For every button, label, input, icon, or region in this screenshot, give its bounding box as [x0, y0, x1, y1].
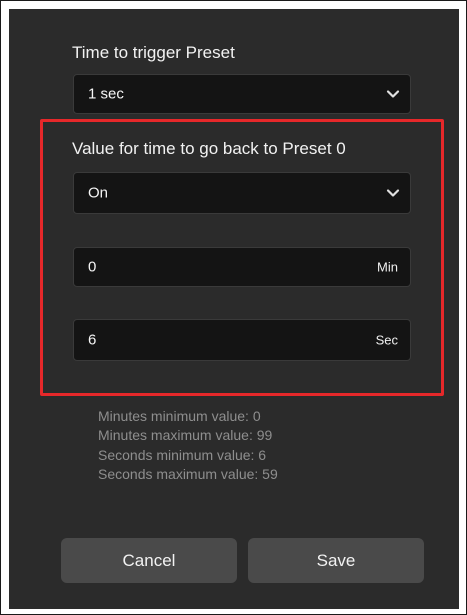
- chevron-down-icon: [386, 189, 400, 197]
- hint-minutes-max: Minutes maximum value: 99: [98, 427, 273, 444]
- go-back-time-label: Value for time to go back to Preset 0: [72, 139, 346, 158]
- value-range-hints: Minutes minimum value: 0 Minutes maximum…: [98, 407, 278, 484]
- hint-minutes-min: Minutes minimum value: 0: [98, 408, 261, 424]
- trigger-time-select[interactable]: 1 sec: [73, 74, 411, 114]
- trigger-time-label: Time to trigger Preset: [72, 43, 235, 62]
- seconds-unit: Sec: [375, 332, 398, 348]
- minutes-unit: Min: [377, 259, 398, 275]
- minutes-value: 0: [88, 258, 97, 276]
- seconds-value: 6: [88, 331, 97, 349]
- hint-seconds-max: Seconds maximum value: 59: [98, 465, 278, 482]
- go-back-value: On: [88, 184, 109, 202]
- seconds-input[interactable]: 6 Sec: [73, 319, 411, 361]
- trigger-time-value: 1 sec: [88, 85, 124, 103]
- save-button[interactable]: Save: [248, 538, 424, 583]
- go-back-select[interactable]: On: [73, 172, 411, 214]
- hint-seconds-min: Seconds minimum value: 6: [98, 446, 267, 463]
- cancel-button[interactable]: Cancel: [61, 538, 237, 583]
- chevron-down-icon: [386, 90, 400, 98]
- screenshot-frame: Time to trigger Preset 1 sec Value for t…: [0, 0, 467, 615]
- minutes-input[interactable]: 0 Min: [73, 247, 411, 287]
